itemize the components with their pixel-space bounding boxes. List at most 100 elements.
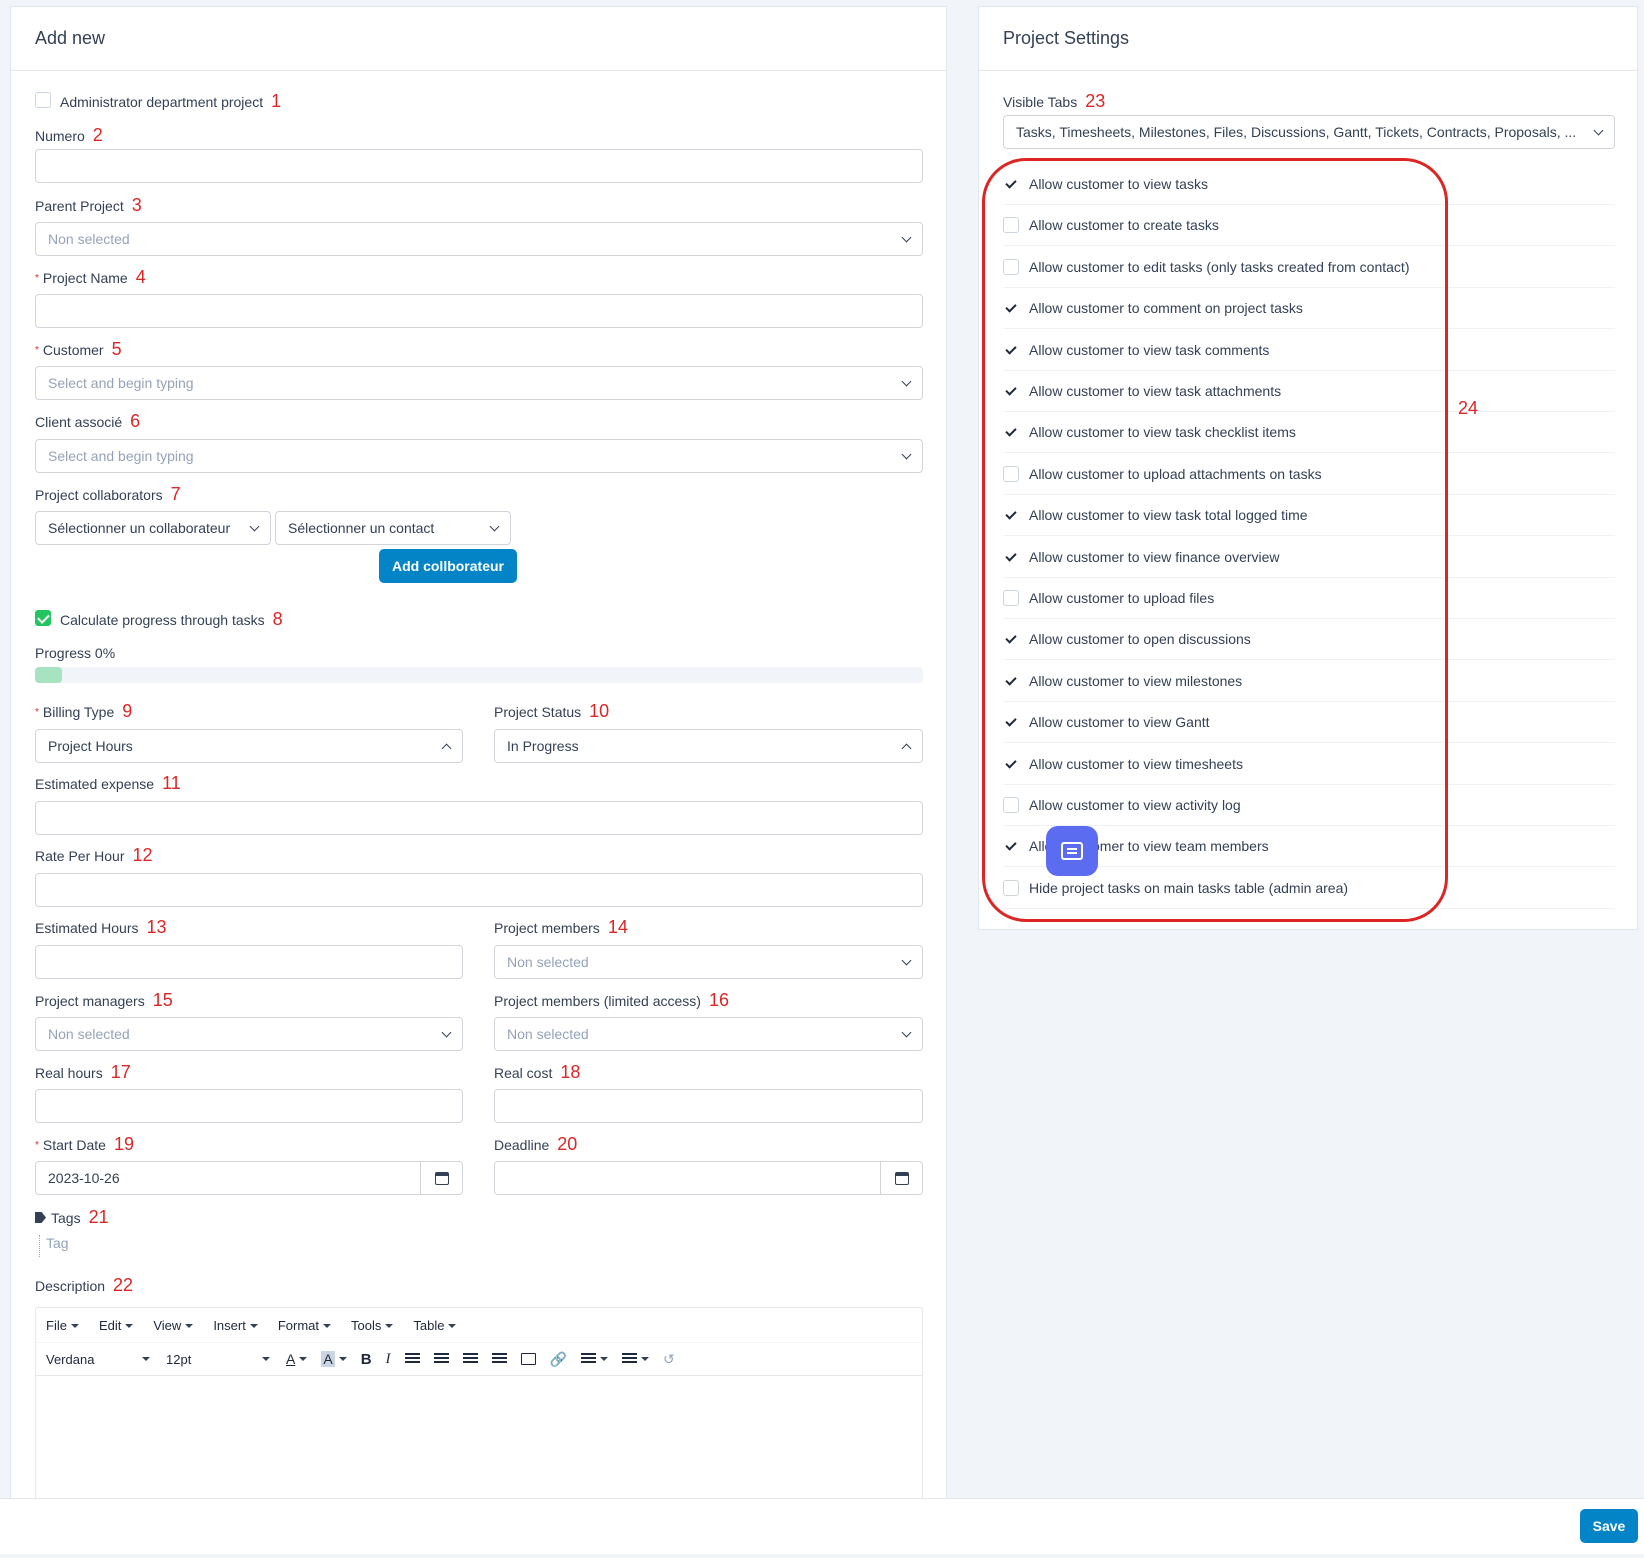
font-size-select[interactable]: 12pt <box>166 1352 270 1367</box>
project-members-select[interactable]: Non selected <box>494 945 923 979</box>
menu-table[interactable]: Table <box>413 1318 457 1333</box>
setting-checkbox[interactable] <box>1003 838 1019 855</box>
setting-row[interactable]: Allow customer to view milestones <box>1003 661 1615 702</box>
admin-department-checkbox[interactable] <box>35 92 51 108</box>
numero-input[interactable] <box>35 149 923 183</box>
setting-checkbox[interactable] <box>1003 631 1019 648</box>
align-right-icon[interactable] <box>462 1353 478 1365</box>
client-associe-label: Client associé 6 <box>35 411 141 431</box>
setting-row[interactable]: Allow customer to edit tasks (only tasks… <box>1003 247 1615 288</box>
parent-project-select[interactable]: Non selected <box>35 222 923 256</box>
billing-type-select[interactable]: Project Hours <box>35 729 463 763</box>
customer-select[interactable]: Select and begin typing <box>35 366 923 400</box>
menu-tools[interactable]: Tools <box>351 1318 394 1333</box>
setting-checkbox[interactable] <box>1003 258 1019 275</box>
history-icon[interactable]: ↺ <box>663 1351 675 1368</box>
project-name-input[interactable] <box>35 294 923 328</box>
setting-checkbox[interactable] <box>1003 714 1019 731</box>
setting-row[interactable]: Allow customer to view tasks <box>1003 164 1615 205</box>
setting-checkbox[interactable] <box>1003 879 1019 896</box>
setting-checkbox[interactable] <box>1003 176 1019 192</box>
estimated-expense-input[interactable] <box>35 801 923 835</box>
tags-input[interactable]: Tag <box>39 1235 69 1257</box>
project-status-select[interactable]: In Progress <box>494 729 923 763</box>
calculate-progress-checkbox[interactable] <box>35 610 51 626</box>
setting-checkbox[interactable] <box>1003 755 1019 772</box>
add-collaborator-button[interactable]: Add collborateur <box>379 549 517 583</box>
background-color-button[interactable]: A <box>321 1351 347 1367</box>
italic-button[interactable]: I <box>386 1351 391 1368</box>
setting-row[interactable]: Hide project tasks on main tasks table (… <box>1003 868 1615 909</box>
project-managers-select[interactable]: Non selected <box>35 1017 463 1051</box>
menu-edit[interactable]: Edit <box>99 1318 134 1333</box>
project-members-label: Project members 14 <box>494 917 628 937</box>
setting-row[interactable]: Allow customer to view task checklist it… <box>1003 412 1615 454</box>
setting-checkbox[interactable] <box>1003 548 1019 565</box>
visible-tabs-select[interactable]: Tasks, Timesheets, Milestones, Files, Di… <box>1003 115 1615 149</box>
menu-view[interactable]: View <box>153 1318 194 1333</box>
setting-row[interactable]: Allow customer to view Gantt <box>1003 702 1615 744</box>
project-managers-label: Project managers 15 <box>35 990 173 1010</box>
real-cost-input[interactable] <box>494 1089 923 1123</box>
start-date-input[interactable]: 2023-10-26 <box>35 1161 463 1195</box>
setting-row[interactable]: Allow customer to comment on project tas… <box>1003 288 1615 330</box>
setting-label: Allow customer to create tasks <box>1029 217 1219 234</box>
calendar-button[interactable] <box>880 1162 922 1194</box>
calendar-button[interactable] <box>420 1162 462 1194</box>
setting-row[interactable]: Allow customer to create tasks <box>1003 205 1615 247</box>
image-icon[interactable] <box>520 1353 536 1365</box>
numbered-list-icon[interactable] <box>621 1353 649 1365</box>
setting-checkbox[interactable] <box>1003 424 1019 441</box>
billing-type-label: * Billing Type 9 <box>35 701 133 721</box>
setting-checkbox[interactable] <box>1003 672 1019 689</box>
select-collaborator-dropdown[interactable]: Sélectionner un collaborateur <box>35 511 271 545</box>
menu-file[interactable]: File <box>46 1318 79 1333</box>
setting-label: Allow customer to view finance overview <box>1029 548 1280 565</box>
align-center-icon[interactable] <box>433 1353 449 1365</box>
setting-row[interactable]: Allow customer to open discussions <box>1003 619 1615 661</box>
real-cost-label: Real cost 18 <box>494 1062 581 1082</box>
numero-label: Numero 2 <box>35 125 103 145</box>
setting-row[interactable]: Allow customer to view timesheets <box>1003 744 1615 785</box>
deadline-input[interactable] <box>494 1161 923 1195</box>
setting-row[interactable]: Allow customer to upload files <box>1003 578 1615 619</box>
select-contact-dropdown[interactable]: Sélectionner un contact <box>275 511 511 545</box>
bold-button[interactable]: B <box>361 1351 372 1368</box>
setting-checkbox[interactable] <box>1003 465 1019 482</box>
save-button[interactable]: Save <box>1580 1509 1638 1543</box>
client-associe-select[interactable]: Select and begin typing <box>35 439 923 473</box>
setting-row[interactable]: Allow customer to view activity log <box>1003 785 1615 826</box>
setting-row[interactable]: Allow customer to view task total logged… <box>1003 495 1615 537</box>
menu-insert[interactable]: Insert <box>213 1318 258 1333</box>
setting-checkbox[interactable] <box>1003 590 1019 606</box>
setting-checkbox[interactable] <box>1003 383 1019 399</box>
font-family-select[interactable]: Verdana <box>46 1352 150 1367</box>
setting-checkbox[interactable] <box>1003 797 1019 813</box>
calculate-progress-label: Calculate progress through tasks 8 <box>60 609 283 629</box>
setting-row[interactable]: Allow customer to upload attachments on … <box>1003 454 1615 495</box>
setting-checkbox[interactable] <box>1003 507 1019 524</box>
align-left-icon[interactable] <box>404 1353 420 1365</box>
setting-row[interactable]: Allow customer to view task attachments <box>1003 371 1615 412</box>
estimated-hours-input[interactable] <box>35 945 463 979</box>
chat-button[interactable] <box>1046 826 1098 876</box>
setting-label: Allow customer to view task comments <box>1029 341 1270 358</box>
setting-checkbox[interactable] <box>1003 217 1019 234</box>
setting-checkbox[interactable] <box>1003 341 1019 358</box>
panel-title: Add new <box>11 7 946 71</box>
setting-row[interactable]: Allow customer to view task comments <box>1003 330 1615 371</box>
project-members-limited-label: Project members (limited access) 16 <box>494 990 729 1010</box>
rate-per-hour-input[interactable] <box>35 873 923 907</box>
real-hours-input[interactable] <box>35 1089 463 1123</box>
tags-label: Tags 21 <box>35 1207 109 1228</box>
setting-checkbox[interactable] <box>1003 300 1019 317</box>
setting-row[interactable]: Allow customer to view finance overview <box>1003 537 1615 578</box>
project-members-limited-select[interactable]: Non selected <box>494 1017 923 1051</box>
text-color-button[interactable]: A <box>286 1351 308 1367</box>
editor-menubar: File Edit View Insert Format Tools Table <box>36 1308 922 1342</box>
description-editor[interactable]: File Edit View Insert Format Tools Table… <box>35 1307 923 1505</box>
link-icon[interactable]: 🔗 <box>550 1351 567 1368</box>
align-justify-icon[interactable] <box>491 1353 507 1365</box>
menu-format[interactable]: Format <box>278 1318 331 1333</box>
bullet-list-icon[interactable] <box>580 1353 608 1365</box>
